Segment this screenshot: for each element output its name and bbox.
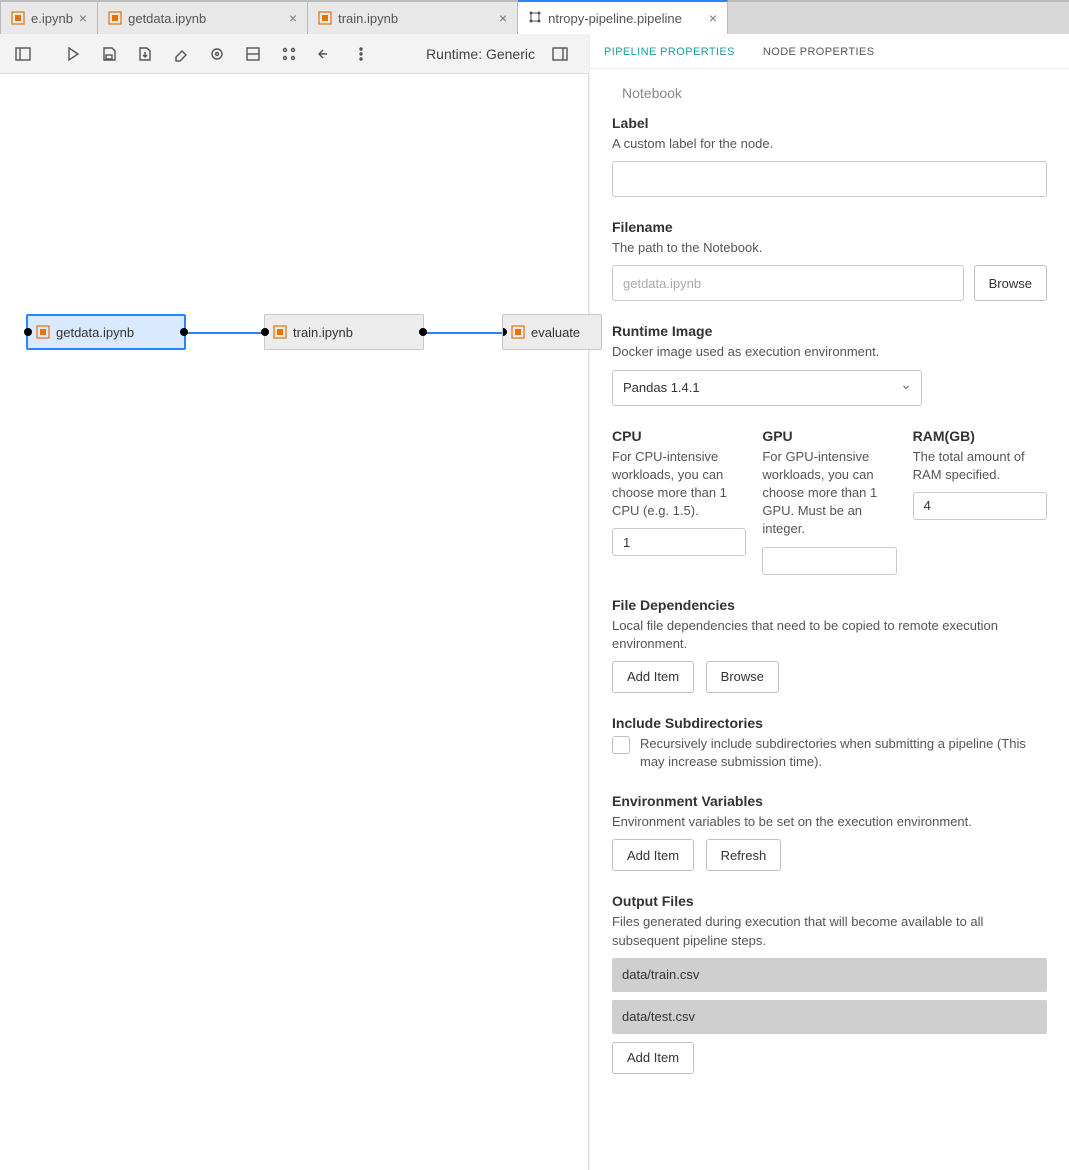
output-file-item[interactable]: data/test.csv	[612, 1000, 1047, 1034]
save-icon[interactable]	[94, 39, 124, 69]
refresh-button[interactable]: Refresh	[706, 839, 782, 871]
tab-getdata-ipynb[interactable]: getdata.ipynb ×	[98, 2, 308, 34]
properties-tabs: PIPELINE PROPERTIES NODE PROPERTIES	[590, 34, 1069, 69]
add-item-button[interactable]: Add Item	[612, 661, 694, 693]
export-icon[interactable]	[130, 39, 160, 69]
subdirs-title: Include Subdirectories	[612, 715, 1047, 731]
node-label: getdata.ipynb	[56, 325, 134, 340]
clear-icon[interactable]	[166, 39, 196, 69]
outputs-desc: Files generated during execution that wi…	[612, 913, 1047, 949]
browse-button[interactable]: Browse	[974, 265, 1047, 301]
gpu-desc: For GPU-intensive workloads, you can cho…	[762, 448, 896, 539]
cpu-title: CPU	[612, 428, 746, 444]
notebook-icon	[36, 325, 50, 339]
close-icon[interactable]: ×	[709, 10, 717, 26]
port-in[interactable]	[24, 328, 32, 336]
gpu-input[interactable]	[762, 547, 896, 575]
pipeline-node-evaluate[interactable]: evaluate	[502, 314, 602, 350]
node-label: evaluate	[531, 325, 580, 340]
runtime-select[interactable]: Pandas 1.4.1	[612, 370, 922, 406]
envvars-title: Environment Variables	[612, 793, 1047, 809]
filename-desc: The path to the Notebook.	[612, 239, 1047, 257]
subdirs-checkbox[interactable]	[612, 736, 630, 754]
filename-title: Filename	[612, 219, 1047, 235]
notebook-icon	[108, 11, 122, 25]
pipeline-link[interactable]	[184, 332, 264, 334]
browse-button[interactable]: Browse	[706, 661, 779, 693]
notebook-icon	[511, 325, 525, 339]
close-icon[interactable]: ×	[79, 10, 87, 26]
filedeps-desc: Local file dependencies that need to be …	[612, 617, 1047, 653]
tab-pipeline[interactable]: ntropy-pipeline.pipeline ×	[518, 0, 728, 34]
envvars-desc: Environment variables to be set on the e…	[612, 813, 1047, 831]
ram-desc: The total amount of RAM specified.	[913, 448, 1047, 484]
pipeline-icon	[528, 10, 542, 27]
label-desc: A custom label for the node.	[612, 135, 1047, 153]
breadcrumb: Notebook	[622, 85, 1047, 101]
port-out[interactable]	[180, 328, 188, 336]
close-icon[interactable]: ×	[289, 10, 297, 26]
tab-label: getdata.ipynb	[128, 11, 283, 26]
tab-e-ipynb[interactable]: e.ipynb ×	[0, 2, 98, 34]
runtime-desc: Docker image used as execution environme…	[612, 343, 1047, 361]
runtime-title: Runtime Image	[612, 323, 1047, 339]
ram-input[interactable]	[913, 492, 1047, 520]
notebook-icon	[11, 11, 25, 25]
runtime-label: Runtime: Generic	[426, 46, 535, 62]
tab-node-properties[interactable]: NODE PROPERTIES	[749, 34, 889, 68]
node-label: train.ipynb	[293, 325, 353, 340]
add-item-button[interactable]: Add Item	[612, 839, 694, 871]
add-item-button[interactable]: Add Item	[612, 1042, 694, 1074]
settings-icon[interactable]	[202, 39, 232, 69]
ram-title: RAM(GB)	[913, 428, 1047, 444]
more-icon[interactable]	[346, 39, 376, 69]
cpu-desc: For CPU-intensive workloads, you can cho…	[612, 448, 746, 521]
pipeline-node-getdata[interactable]: getdata.ipynb	[26, 314, 186, 350]
label-input[interactable]	[612, 161, 1047, 197]
tab-train-ipynb[interactable]: train.ipynb ×	[308, 2, 518, 34]
label-title: Label	[612, 115, 1047, 131]
subdirs-desc: Recursively include subdirectories when …	[640, 735, 1047, 771]
tab-bar: e.ipynb × getdata.ipynb × train.ipynb × …	[0, 0, 1069, 34]
main-area: Runtime: Generic getdata.ipynb train.ipy…	[0, 34, 1069, 1170]
panel-left-toggle-icon[interactable]	[8, 39, 38, 69]
close-icon[interactable]: ×	[499, 10, 507, 26]
pipeline-node-train[interactable]: train.ipynb	[264, 314, 424, 350]
pipeline-canvas[interactable]: getdata.ipynb train.ipynb evaluate	[0, 74, 589, 1170]
notebook-icon	[318, 11, 332, 25]
port-in[interactable]	[502, 328, 507, 336]
undo-icon[interactable]	[310, 39, 340, 69]
tab-label: train.ipynb	[338, 11, 493, 26]
properties-panel: PIPELINE PROPERTIES NODE PROPERTIES Note…	[589, 34, 1069, 1170]
tab-label: e.ipynb	[31, 11, 73, 26]
port-in[interactable]	[261, 328, 269, 336]
panel-right-toggle-icon[interactable]	[545, 39, 575, 69]
gpu-title: GPU	[762, 428, 896, 444]
notebook-icon	[273, 325, 287, 339]
filedeps-title: File Dependencies	[612, 597, 1047, 613]
port-out[interactable]	[419, 328, 427, 336]
pipeline-toolbar: Runtime: Generic	[0, 34, 589, 74]
outputs-title: Output Files	[612, 893, 1047, 909]
layout-icon[interactable]	[274, 39, 304, 69]
panel-icon[interactable]	[238, 39, 268, 69]
pipeline-link[interactable]	[424, 332, 504, 334]
tab-pipeline-properties[interactable]: PIPELINE PROPERTIES	[590, 34, 749, 68]
filename-input[interactable]	[612, 265, 964, 301]
output-file-item[interactable]: data/train.csv	[612, 958, 1047, 992]
run-icon[interactable]	[58, 39, 88, 69]
tab-label: ntropy-pipeline.pipeline	[548, 11, 703, 26]
cpu-input[interactable]	[612, 528, 746, 556]
